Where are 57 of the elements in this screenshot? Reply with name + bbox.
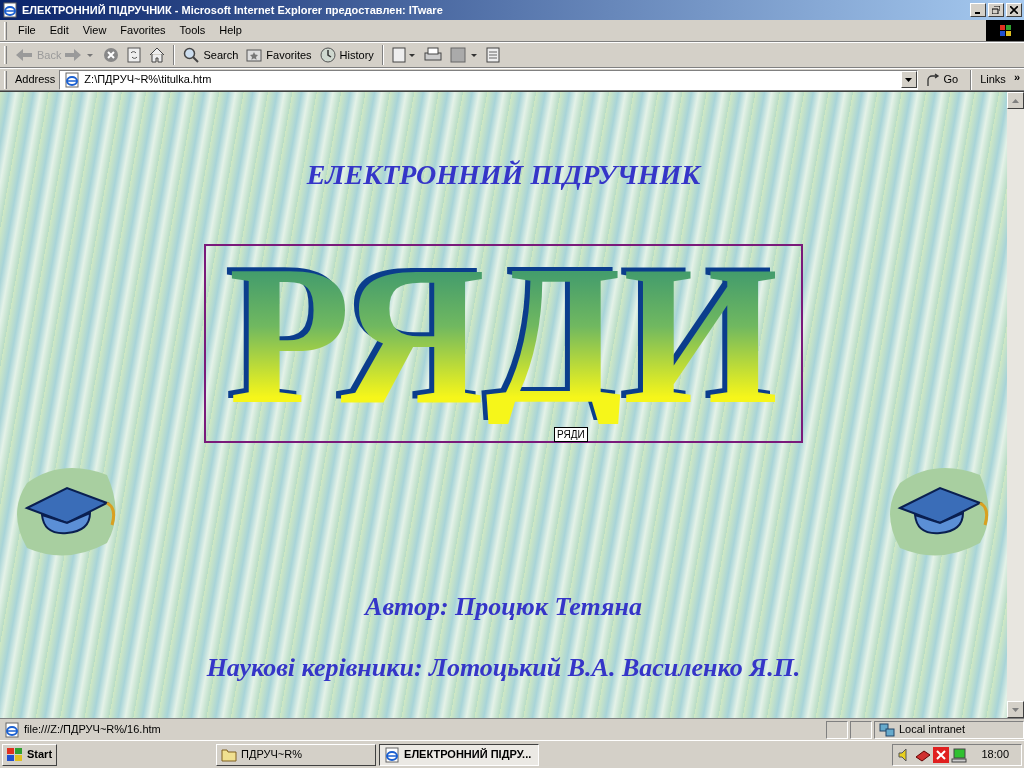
taskbar-button[interactable]: ПДРУЧ~R% [216,743,377,766]
menu-item[interactable]: Help [212,22,249,39]
back-arrow-icon [15,48,33,62]
close-button[interactable] [1006,3,1022,17]
up-arrow-icon[interactable] [1012,98,1019,103]
close-icon [1010,6,1018,14]
menu-item[interactable]: Favorites [113,22,173,39]
menu-item[interactable]: Edit [42,22,76,39]
zone-text: Local intranet [899,722,966,738]
tray-app-icon [933,746,949,763]
status-pane [850,720,872,739]
scrollbar[interactable] [1007,92,1024,718]
clock: 18:00 [981,747,1010,763]
ie-icon [2,2,18,18]
restore-button[interactable] [988,3,1004,17]
chevron[interactable]: » [1009,69,1024,86]
page-icon [4,721,20,738]
links-label[interactable]: Links [976,71,1010,88]
network-icon [879,721,895,738]
advisors-line: Наукові керівники: Лотоцький В.А. Василенко Я.П. [206,652,801,684]
start-button[interactable]: Start [2,743,58,766]
stop-icon[interactable] [103,47,120,63]
go-button[interactable]: Go [917,71,967,88]
status-pane [826,720,848,739]
menu-item[interactable]: View [75,22,114,39]
forward-arrow-icon[interactable] [65,48,96,62]
search-button[interactable]: Search [179,44,243,66]
address-field[interactable]: Z:\ПДРУЧ~R%\titulka.htm [59,69,918,90]
page-heading: ЕЛЕКТРОННИЙ ПІДРУЧНИК [306,158,701,192]
tooltip: РЯДИ [554,427,588,442]
windows-logo-icon [7,747,23,762]
clock-icon [319,47,336,63]
go-arrow-icon [925,72,940,87]
status-text: file:///Z:/ПДРУЧ~R%/16.htm [24,722,161,738]
refresh-icon[interactable] [127,47,142,63]
restore-icon [992,6,1000,14]
caret-icon [905,77,912,82]
home-icon[interactable] [149,47,166,63]
taskbar-button[interactable]: ЕЛЕКТРОННИЙ ПІДРУ... [379,743,540,766]
down-arrow-icon[interactable] [1012,707,1019,712]
address-label: Address [14,72,57,88]
window-title: ЕЛЕКТРОННИЙ ПІДРУЧНИК - Microsoft Internet Explorer предоставлен: ITware [22,2,443,18]
ie-page-icon [64,71,81,88]
folder-icon [221,747,238,762]
printer-icon[interactable] [423,47,442,63]
windows-logo-icon [986,20,1024,41]
menu-item[interactable]: Tools [172,22,213,39]
document-icon[interactable] [485,47,500,63]
minimize-button[interactable] [970,3,986,17]
menu-item[interactable]: File [11,22,43,39]
dropdown-button[interactable] [900,71,917,88]
author-line: Автор: Процюк Тетяна [365,591,642,623]
computer-icon [951,746,967,763]
history-button[interactable]: History [315,44,378,66]
ie-page-icon [384,746,401,763]
search-icon [183,47,200,63]
favorites-button[interactable]: Favorites [242,44,316,66]
